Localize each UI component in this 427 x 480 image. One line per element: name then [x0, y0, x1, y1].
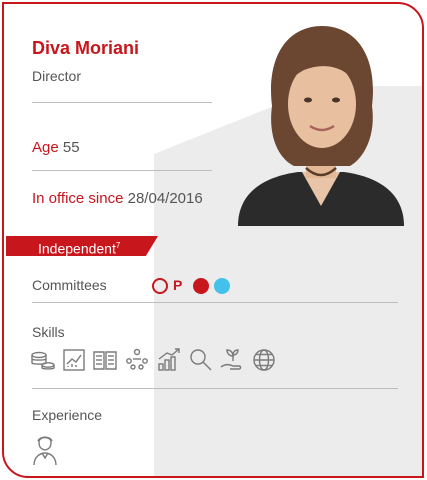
office-value: 28/04/2016 — [127, 190, 203, 207]
committee-outline-circle-icon — [152, 278, 168, 294]
growth-chart-icon — [158, 348, 180, 371]
badge-label: Independent — [38, 240, 116, 257]
director-name: Diva Moriani — [32, 38, 140, 58]
coins-stack-icon — [31, 351, 55, 370]
age-value: 55 — [62, 139, 80, 156]
office-row: In office since 28/04/2016 — [32, 190, 203, 207]
divider-2 — [32, 170, 212, 171]
director-role: Director — [32, 68, 82, 84]
magnifier-icon — [190, 349, 212, 371]
committee-red-circle-icon — [193, 278, 209, 294]
committee-blue-circle-icon — [214, 278, 230, 294]
committee-p-mark: P — [173, 277, 183, 293]
person-portrait-icon — [33, 436, 57, 466]
divider-4 — [32, 388, 398, 389]
globe-icon — [253, 349, 275, 371]
director-photo — [238, 26, 404, 226]
skills-label: Skills — [32, 324, 65, 340]
chart-document-icon — [63, 349, 85, 371]
director-card: Diva Moriani Director Age 55 In office s… — [2, 2, 424, 478]
independent-badge: Independent7 — [6, 236, 158, 256]
badge-footnote: 7 — [115, 241, 121, 250]
experience-label: Experience — [32, 407, 103, 423]
divider-3 — [32, 302, 398, 303]
age-row: Age 55 — [32, 139, 80, 156]
office-label: In office since — [32, 190, 124, 207]
committees-label: Committees — [32, 277, 107, 293]
age-label: Age — [32, 139, 59, 156]
team-meeting-icon — [126, 348, 148, 370]
open-book-icon — [93, 351, 117, 370]
divider-1 — [32, 102, 212, 103]
hand-plant-icon — [220, 349, 242, 370]
